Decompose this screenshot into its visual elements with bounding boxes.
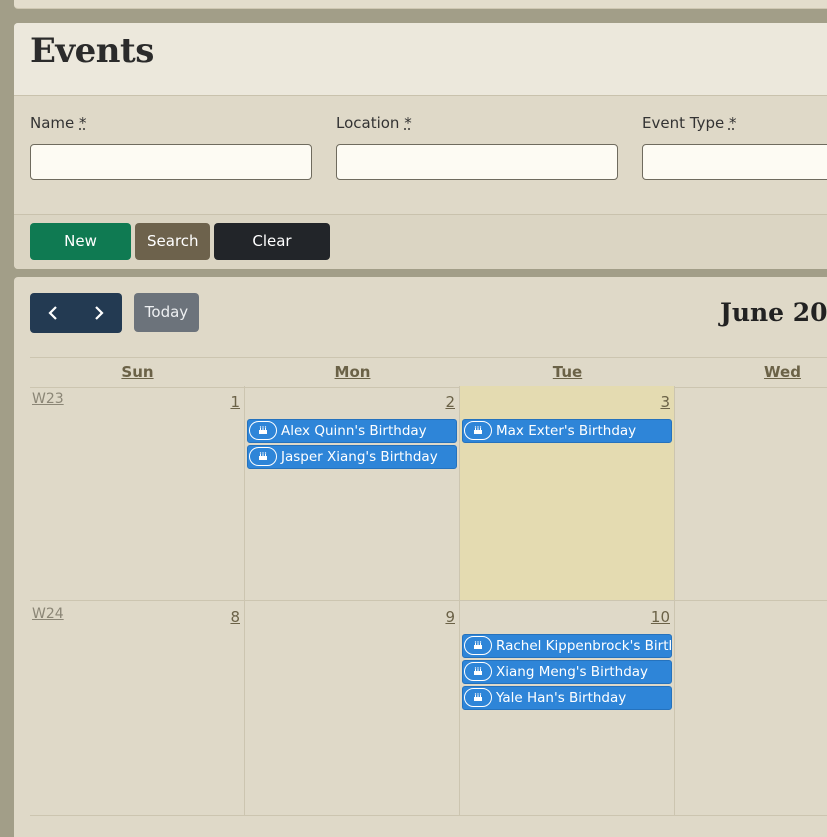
birthday-cake-icon: [464, 688, 492, 707]
day-number[interactable]: 2: [445, 393, 455, 411]
birthday-cake-icon: [249, 447, 277, 466]
day-cell[interactable]: W23 1: [30, 386, 245, 601]
day-cell[interactable]: 2 Alex Quinn's Birthday Jasper Xiang's Bir…: [245, 386, 460, 601]
day-header-wed[interactable]: Wed: [675, 357, 827, 388]
location-label: Location *: [336, 114, 412, 132]
required-marker: *: [404, 114, 412, 132]
event-title: Alex Quinn's Birthday: [281, 423, 427, 439]
day-header-tue[interactable]: Tue: [460, 357, 675, 388]
previous-panel-edge: [14, 0, 827, 9]
page-title: Events: [30, 31, 154, 71]
day-number[interactable]: 3: [660, 393, 670, 411]
calendar-title: June 2025: [720, 298, 827, 327]
new-event-button[interactable]: New Event: [30, 223, 131, 260]
day-cell[interactable]: W24 8: [30, 601, 245, 816]
name-input[interactable]: [30, 144, 312, 180]
today-button[interactable]: Today: [134, 293, 199, 332]
day-number[interactable]: 1: [230, 393, 240, 411]
clear-search-button[interactable]: Clear Search: [214, 223, 330, 260]
event-title: Rachel Kippenbrock's Birthday: [496, 638, 671, 654]
event-search-panel: Events Name * Location * Event Type * Ne…: [14, 23, 827, 269]
day-number[interactable]: 8: [230, 608, 240, 626]
calendar-event[interactable]: Xiang Meng's Birthday: [462, 660, 672, 684]
birthday-cake-icon: [249, 421, 277, 440]
week-number[interactable]: W23: [32, 391, 64, 407]
day-number[interactable]: 9: [445, 608, 455, 626]
calendar-event[interactable]: Yale Han's Birthday: [462, 686, 672, 710]
week-number[interactable]: W24: [32, 606, 64, 622]
event-type-input[interactable]: [642, 144, 827, 180]
prev-month-button[interactable]: [30, 293, 76, 333]
calendar-event[interactable]: Jasper Xiang's Birthday: [247, 445, 457, 469]
calendar-panel: Today June 2025 SunMonTueWed W23 1 2 Alex Qu…: [14, 277, 827, 837]
event-title: Jasper Xiang's Birthday: [281, 449, 438, 465]
search-button[interactable]: Search: [135, 223, 210, 260]
day-cell[interactable]: [675, 386, 827, 601]
chevron-left-icon: [48, 306, 57, 320]
location-input[interactable]: [336, 144, 618, 180]
birthday-cake-icon: [464, 662, 492, 681]
birthday-cake-icon: [464, 636, 492, 655]
calendar-nav-group: [30, 293, 122, 333]
event-type-label: Event Type *: [642, 114, 737, 132]
birthday-cake-icon: [464, 421, 492, 440]
chevron-right-icon: [95, 306, 104, 320]
event-title: Xiang Meng's Birthday: [496, 664, 649, 680]
day-header-mon[interactable]: Mon: [245, 357, 460, 388]
day-cell[interactable]: 10 Rachel Kippenbrock's Birthday Xiang Men…: [460, 601, 675, 816]
day-number[interactable]: 10: [651, 608, 670, 626]
name-label: Name *: [30, 114, 87, 132]
calendar-event[interactable]: Max Exter's Birthday: [462, 419, 672, 443]
calendar-event[interactable]: Alex Quinn's Birthday: [247, 419, 457, 443]
day-cell[interactable]: [675, 601, 827, 816]
event-title: Yale Han's Birthday: [496, 690, 627, 706]
event-title: Max Exter's Birthday: [496, 423, 637, 439]
required-marker: *: [79, 114, 87, 132]
day-header-sun[interactable]: Sun: [30, 357, 245, 388]
day-cell[interactable]: 9: [245, 601, 460, 816]
required-marker: *: [728, 114, 737, 132]
calendar-event[interactable]: Rachel Kippenbrock's Birthday: [462, 634, 672, 658]
next-month-button[interactable]: [76, 293, 122, 333]
day-cell-today[interactable]: 3 Max Exter's Birthday: [460, 386, 675, 601]
